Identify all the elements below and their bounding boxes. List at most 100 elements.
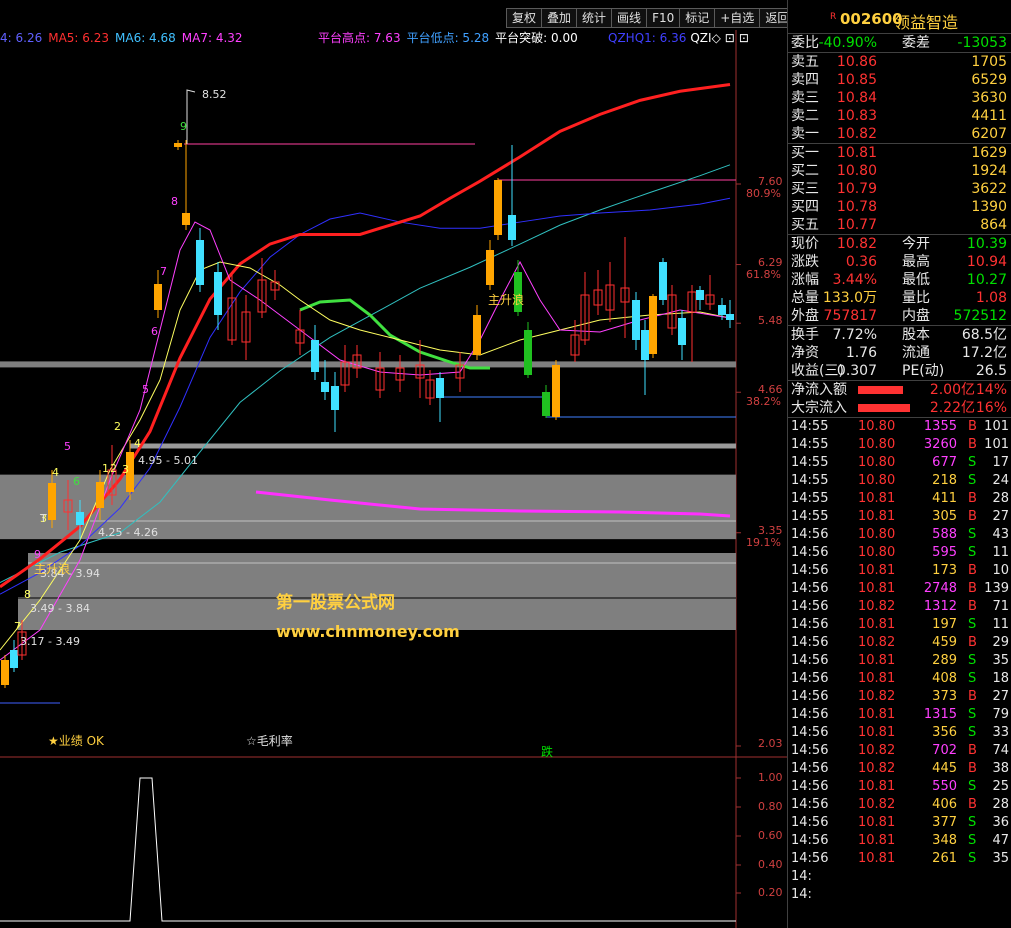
trade-volume: 411 (932, 491, 957, 506)
candle-body (524, 330, 532, 375)
stat-row: 现价 10.82 今开 10.39 (788, 235, 1011, 253)
qz-legend-item-2: ⊡ (724, 31, 735, 45)
zone-label-4: 3.49 - 3.84 (30, 602, 90, 615)
bid-price: 10.79 (836, 181, 877, 197)
stat-row: 涨跌 0.36 最高 10.94 (788, 253, 1011, 271)
trade-volume: 197 (932, 617, 957, 632)
trade-side: B (968, 419, 977, 434)
trade-time: 14:55 (791, 437, 829, 452)
trade-volume: 289 (932, 653, 957, 668)
stat-label: 最高 (902, 254, 930, 270)
trade-price: 10.81 (858, 491, 896, 506)
trade-time: 14:55 (791, 473, 829, 488)
trade-volume: 218 (932, 473, 957, 488)
bid-row: 买五 10.77 864 (788, 216, 1011, 234)
flow-pct: 16% (975, 400, 1007, 416)
ask-row: 卖一 10.82 6207 (788, 125, 1011, 143)
trade-side: S (968, 473, 977, 488)
candle-body (678, 318, 686, 345)
stat-label: 今开 (902, 236, 930, 252)
trade-row: 14:56 10.81 197 S 11 (788, 616, 1011, 634)
toolbar-button-4[interactable]: F10 (646, 8, 680, 28)
zone-label-5: 3.17 - 3.49 (20, 635, 80, 648)
trade-price: 10.80 (858, 455, 896, 470)
ask-row: 卖三 10.84 3630 (788, 89, 1011, 107)
stat-label: 内盘 (902, 308, 930, 324)
pct-axis-label: 38.2% (746, 395, 781, 409)
ask-volume: 1705 (971, 54, 1007, 70)
price-axis-label: 5.48 (758, 314, 783, 328)
bid-price: 10.80 (836, 163, 877, 179)
trade-volume: 1315 (923, 707, 957, 722)
trade-price: 10.82 (858, 797, 896, 812)
trade-price: 10.81 (858, 617, 896, 632)
wave-count-label: 8 (171, 195, 178, 208)
stat-value: 0.36 (845, 254, 877, 270)
zone-band-1 (0, 474, 736, 515)
stock-header: R 002600 领益智造 (788, 0, 1011, 34)
trade-row: 14:56 10.82 459 B 29 (788, 634, 1011, 652)
candle-body (494, 180, 502, 235)
toolbar-button-6[interactable]: +自选 (714, 8, 760, 28)
toolbar-button-3[interactable]: 画线 (611, 8, 647, 28)
trade-time: 14:55 (791, 455, 829, 470)
trade-time: 14:56 (791, 653, 829, 668)
trade-row: 14:55 10.80 677 S 17 (788, 454, 1011, 472)
trade-count: 101 (984, 419, 1009, 434)
pct-axis-label: 61.8% (746, 267, 781, 281)
finance-row: 换手 7.72% 股本 68.5亿 (788, 326, 1011, 344)
trade-count: 28 (992, 491, 1009, 506)
trade-side: B (968, 743, 977, 758)
ask-volume: 6207 (971, 126, 1007, 142)
trade-price: 10.81 (858, 707, 896, 722)
toolbar-button-2[interactable]: 统计 (576, 8, 612, 28)
finance-value: 17.2亿 (961, 345, 1007, 361)
stat-value: 10.39 (966, 236, 1007, 252)
wave-count-label: 9 (34, 548, 41, 561)
trade-count: 11 (992, 617, 1009, 632)
trade-volume: 305 (932, 509, 957, 524)
toolbar-button-5[interactable]: 标记 (679, 8, 715, 28)
toolbar-button-1[interactable]: 叠加 (541, 8, 577, 28)
ma-legend: 4: 6.26 MA5: 6.23 MA6: 4.68 MA7: 4.32 (0, 30, 249, 46)
trade-count: 47 (992, 833, 1009, 848)
indicator-axis-label: 0.40 (758, 858, 783, 871)
trade-count: 24 (992, 473, 1009, 488)
candle-body (214, 272, 222, 315)
trade-count: 11 (992, 545, 1009, 560)
stat-label: 涨跌 (791, 254, 819, 270)
webi-value: -40.90% (818, 35, 877, 51)
toolbar-button-0[interactable]: 复权 (506, 8, 542, 28)
trade-price: 10.82 (858, 635, 896, 650)
wave-count-label: 6 (73, 475, 80, 488)
watermark-title: 第一股票公式网 (276, 593, 395, 613)
trade-side: S (968, 707, 977, 722)
bid-label: 买一 (791, 145, 819, 161)
trade-side: B (968, 689, 977, 704)
trade-time: 14:56 (791, 797, 829, 812)
trade-ticks[interactable]: 14:55 10.80 1355 B 101 14:55 10.80 3260 B 101 14:5… (788, 417, 1011, 904)
trade-row: 14:56 10.81 408 S 18 (788, 670, 1011, 688)
trade-time: 14:56 (791, 635, 829, 650)
trade-count: 36 (992, 815, 1009, 830)
bid-label: 买五 (791, 217, 819, 233)
trade-volume: 3260 (923, 437, 957, 452)
watermark-url: www.chnmoney.com (276, 622, 460, 641)
candle-body (311, 340, 319, 372)
ask-row: 卖四 10.85 6529 (788, 71, 1011, 89)
trade-row: 14:55 10.81 305 B 27 (788, 508, 1011, 526)
kline-chart-area[interactable]: 复权 叠加 统计 画线 F10 标记 +自选 返回 4: 6.26 MA5: 6.23 MA6: … (0, 0, 796, 928)
trade-row: 14:56 10.81 377 S 36 (788, 814, 1011, 832)
trade-price: 10.81 (858, 653, 896, 668)
trade-price: 10.80 (858, 419, 896, 434)
trade-volume: 406 (932, 797, 957, 812)
trade-row: 14:56 10.82 373 B 27 (788, 688, 1011, 706)
bid-volume: 1629 (971, 145, 1007, 161)
candle-body (632, 300, 640, 340)
trade-count: 71 (992, 599, 1009, 614)
trade-side: B (968, 509, 977, 524)
bid-label: 买三 (791, 181, 819, 197)
kline-chart-svg[interactable] (0, 0, 787, 928)
bid-volume: 3622 (971, 181, 1007, 197)
stock-name: 领益智造 (894, 13, 959, 32)
